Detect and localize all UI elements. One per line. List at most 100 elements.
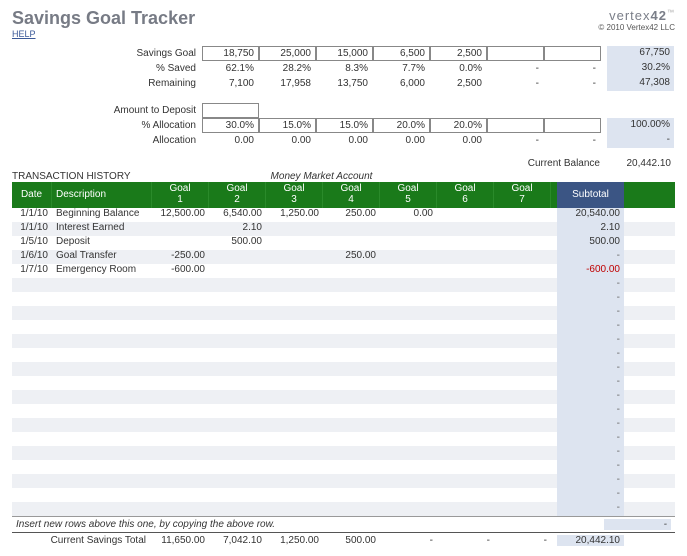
sum-cell[interactable]: 15.0%	[259, 118, 316, 133]
cell-goal	[380, 250, 437, 264]
sum-cell: 13,750	[316, 76, 373, 91]
trademark-icon: ™	[667, 10, 675, 17]
total-alloc: -	[607, 133, 674, 148]
cell-goal: 1,250.00	[266, 208, 323, 222]
cell-subtotal: -	[557, 432, 624, 446]
sum-cell: -	[544, 133, 601, 148]
current-balance: Current Balance 20,442.10	[12, 158, 675, 169]
summary-block-2: Amount to Deposit % Allocation 30.0%15.0…	[12, 103, 675, 148]
cell-goal	[437, 222, 494, 236]
table-row[interactable]: -	[12, 362, 675, 376]
sum-cell[interactable]	[487, 118, 544, 133]
cell-goal	[437, 208, 494, 222]
tot-g1: 11,650.00	[152, 535, 209, 546]
help-link[interactable]: HELP	[12, 29, 36, 39]
sum-cell: 0.00	[430, 133, 487, 148]
sum-cell[interactable]	[487, 46, 544, 61]
sum-cell: 0.00	[316, 133, 373, 148]
table-row[interactable]: -	[12, 418, 675, 432]
sum-cell[interactable]	[544, 46, 601, 61]
table-header: Date Description Goal1 Goal2 Goal3 Goal4…	[12, 182, 675, 208]
sum-cell: 0.0%	[430, 61, 487, 76]
sum-cell: -	[544, 61, 601, 76]
brand-num: 42	[651, 8, 667, 23]
cell-goal: 250.00	[323, 250, 380, 264]
table-row[interactable]: -	[12, 502, 675, 516]
table-row[interactable]: -	[12, 432, 675, 446]
tot-g6: -	[437, 535, 494, 546]
sum-cell[interactable]: 20.0%	[430, 118, 487, 133]
sum-cell[interactable]: 6,500	[373, 46, 430, 61]
cell-date: 1/1/10	[12, 222, 52, 236]
cell-goal	[437, 250, 494, 264]
table-row[interactable]: -	[12, 292, 675, 306]
cell-subtotal: 500.00	[557, 236, 624, 250]
cell-goal: 2.10	[209, 222, 266, 236]
sum-cell[interactable]: 2,500	[430, 46, 487, 61]
table-row[interactable]: -	[12, 278, 675, 292]
sum-cell: -	[487, 133, 544, 148]
tot-g5: -	[380, 535, 437, 546]
sum-cell: 6,000	[373, 76, 430, 91]
sum-cell[interactable]	[544, 118, 601, 133]
summary-block-1: Savings Goal 18,75025,00015,0006,5002,50…	[12, 46, 675, 91]
page-title: Savings Goal Tracker	[12, 8, 195, 29]
sum-cell[interactable]: 25,000	[259, 46, 316, 61]
table-row[interactable]: -	[12, 446, 675, 460]
brand: vertex42™ © 2010 Vertex42 LLC	[598, 8, 675, 32]
table-row[interactable]: -	[12, 390, 675, 404]
table-row[interactable]: -	[12, 334, 675, 348]
th-goal-3: Goal3	[266, 182, 323, 208]
cell-goal: 12,500.00	[152, 208, 209, 222]
total-alloc-pct: 100.00%	[607, 118, 674, 133]
table-row[interactable]: -	[12, 460, 675, 474]
table-row[interactable]: 1/1/10Beginning Balance12,500.006,540.00…	[12, 208, 675, 222]
sum-cell[interactable]: 30.0%	[202, 118, 259, 133]
table-row[interactable]: -	[12, 376, 675, 390]
cell-subtotal: -	[557, 390, 624, 404]
th-goal-5: Goal5	[380, 182, 437, 208]
th-goal-4: Goal4	[323, 182, 380, 208]
table-row[interactable]: 1/7/10Emergency Room-600.00-600.00	[12, 264, 675, 278]
th-subtotal: Subtotal	[557, 182, 624, 208]
cell-subtotal: -	[557, 502, 624, 516]
table-row[interactable]: -	[12, 474, 675, 488]
totals-label: Current Savings Total	[12, 535, 152, 546]
sum-cell: -	[544, 76, 601, 91]
sum-cell: 0.00	[259, 133, 316, 148]
cell-subtotal: -	[557, 404, 624, 418]
cell-desc: Interest Earned	[52, 222, 152, 236]
table-row[interactable]: 1/5/10Deposit500.00500.00	[12, 236, 675, 250]
sum-cell: -	[487, 61, 544, 76]
table-row[interactable]: -	[12, 488, 675, 502]
total-savings-goal: 67,750	[607, 46, 674, 61]
table-row[interactable]: 1/6/10Goal Transfer-250.00250.00-	[12, 250, 675, 264]
sum-cell[interactable]: 18,750	[202, 46, 259, 61]
table-row[interactable]: -	[12, 306, 675, 320]
label-savings-goal: Savings Goal	[12, 48, 202, 59]
cell-subtotal: -	[557, 250, 624, 264]
table-row[interactable]: -	[12, 348, 675, 362]
cell-goal	[494, 222, 551, 236]
table-row[interactable]: -	[12, 320, 675, 334]
sum-cell[interactable]: 20.0%	[373, 118, 430, 133]
sum-cell: 7.7%	[373, 61, 430, 76]
table-row[interactable]: -	[12, 404, 675, 418]
th-desc: Description	[52, 182, 152, 208]
cell-goal: 250.00	[323, 208, 380, 222]
tot-g3: 1,250.00	[266, 535, 323, 546]
cell-subtotal: -600.00	[557, 264, 624, 278]
cell-goal	[266, 264, 323, 278]
account-name: Money Market Account	[271, 171, 373, 182]
cell-goal	[494, 236, 551, 250]
sum-cell[interactable]: 15.0%	[316, 118, 373, 133]
insert-note-row: Insert new rows above this one, by copyi…	[12, 516, 675, 532]
tot-sub: 20,442.10	[557, 535, 624, 546]
cell-desc: Beginning Balance	[52, 208, 152, 222]
sum-cell: 0.00	[202, 133, 259, 148]
label-alloc-pct: % Allocation	[12, 120, 202, 131]
sum-cell[interactable]: 15,000	[316, 46, 373, 61]
table-row[interactable]: 1/1/10Interest Earned2.102.10	[12, 222, 675, 236]
input-amount-deposit[interactable]	[202, 103, 259, 118]
current-balance-label: Current Balance	[528, 158, 608, 169]
